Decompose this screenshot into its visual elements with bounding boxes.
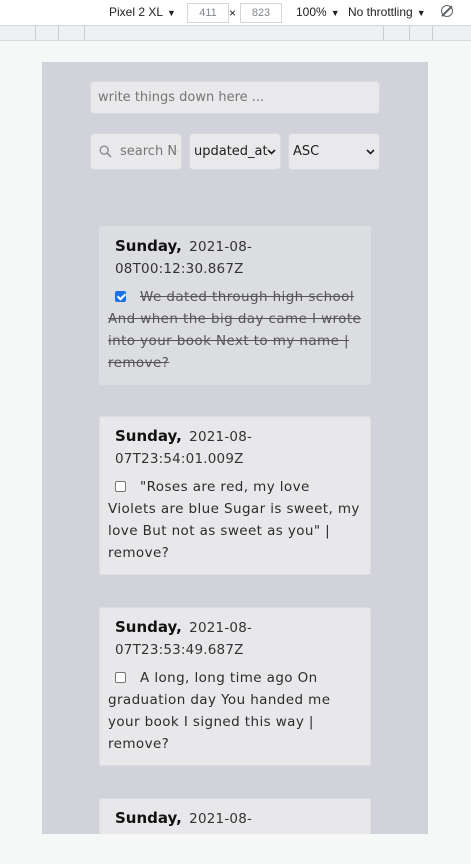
devtools-device-toolbar: Pixel 2 XL ▼ 411 × 823 100% ▼ No throttlin…: [0, 0, 471, 26]
zoom-label: 100%: [296, 5, 327, 19]
chevron-down-icon: [366, 149, 375, 155]
rotate-icon[interactable]: [441, 5, 453, 17]
zoom-select[interactable]: 100% ▼: [296, 5, 340, 19]
ruler-segment[interactable]: [409, 26, 410, 40]
note-weekday: Sunday,: [115, 809, 182, 827]
note-body: We dated through high school And when th…: [108, 286, 362, 374]
search-box[interactable]: [90, 133, 182, 170]
note-done-checkbox[interactable]: [115, 481, 126, 492]
note-header: Sunday, 2021-08-07T23:53:49.687Z: [108, 616, 362, 661]
note-text[interactable]: We dated through high school And when th…: [108, 289, 361, 371]
sort-order-select[interactable]: ASC: [288, 133, 380, 170]
note-weekday: Sunday,: [115, 618, 182, 636]
chevron-down-icon: ▼: [330, 8, 340, 18]
width-field[interactable]: 411: [187, 3, 229, 23]
sort-field-value: updated_at: [194, 144, 268, 159]
height-field[interactable]: 823: [240, 3, 282, 23]
chevron-down-icon: ▼: [167, 8, 176, 18]
device-select[interactable]: Pixel 2 XL ▼: [109, 5, 176, 19]
search-icon: [99, 145, 112, 158]
note-header: Sunday, 2021-08-07T23:54:01.009Z: [108, 425, 362, 470]
note-header: Sunday, 2021-08-: [108, 807, 362, 830]
chevron-down-icon: ▼: [416, 8, 426, 18]
ruler-segment[interactable]: [35, 26, 36, 40]
note-text[interactable]: "Roses are red, my love Violets are blue…: [108, 479, 360, 561]
device-label: Pixel 2 XL: [109, 5, 164, 19]
ruler-segment[interactable]: [432, 26, 433, 40]
note-card: Sunday, 2021-08-08T00:12:30.867Z We date…: [99, 226, 371, 385]
note-card: Sunday, 2021-08-07T23:54:01.009Z "Roses …: [99, 416, 371, 575]
note-card: Sunday, 2021-08-07T23:53:49.687Z A long,…: [99, 607, 371, 766]
chevron-down-icon: [267, 149, 276, 155]
media-query-ruler: [0, 26, 471, 41]
search-input[interactable]: [120, 134, 178, 169]
device-viewport: updated_at ASC Sunday, 2021-08-08T00:12:…: [42, 62, 428, 834]
note-input[interactable]: [90, 81, 380, 114]
note-card: Sunday, 2021-08-: [99, 798, 371, 834]
ruler-segment[interactable]: [58, 26, 59, 40]
ruler-segment[interactable]: [84, 26, 85, 40]
throttling-select[interactable]: No throttling ▼: [348, 5, 426, 19]
ruler-segment[interactable]: [383, 26, 384, 40]
sort-order-value: ASC: [293, 144, 320, 159]
sort-field-select[interactable]: updated_at: [189, 133, 281, 170]
note-body: A long, long time ago On graduation day …: [108, 667, 362, 755]
note-text[interactable]: A long, long time ago On graduation day …: [108, 670, 330, 752]
note-timestamp: 2021-08-: [189, 811, 253, 827]
times-separator: ×: [229, 6, 237, 20]
note-body: "Roses are red, my love Violets are blue…: [108, 476, 362, 564]
note-weekday: Sunday,: [115, 427, 182, 445]
throttling-label: No throttling: [348, 5, 413, 19]
note-header: Sunday, 2021-08-08T00:12:30.867Z: [108, 235, 362, 280]
note-done-checkbox[interactable]: [115, 291, 126, 302]
note-weekday: Sunday,: [115, 237, 182, 255]
note-done-checkbox[interactable]: [115, 672, 126, 683]
